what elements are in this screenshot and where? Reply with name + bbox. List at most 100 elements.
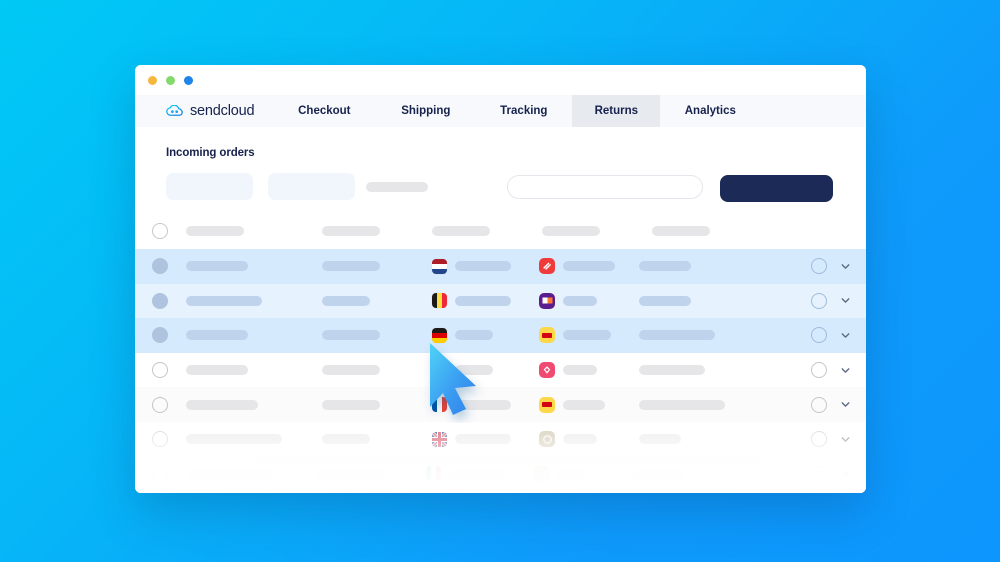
orders-table: [135, 213, 866, 493]
chevron-down-icon[interactable]: [839, 433, 852, 446]
cell-placeholder: [563, 261, 615, 272]
carrier-purple-icon: [539, 292, 555, 309]
row-actions: [809, 422, 852, 457]
row-actions: [809, 318, 852, 353]
row-status-toggle[interactable]: [811, 396, 827, 413]
window-maximize-button[interactable]: [166, 75, 175, 85]
row-status-toggle[interactable]: [811, 362, 827, 379]
table-row[interactable]: [135, 456, 866, 492]
nav-tab-analytics[interactable]: Analytics: [660, 95, 760, 127]
brand-name: sendcloud: [190, 103, 255, 119]
chevron-down-icon[interactable]: [839, 364, 852, 377]
united-kingdom-flag-icon: [432, 431, 447, 447]
table-header-row: [135, 213, 866, 249]
cell-placeholder: [314, 468, 386, 479]
search-input[interactable]: [507, 175, 703, 199]
cell-placeholder: [322, 330, 380, 341]
row-checkbox[interactable]: [152, 465, 168, 482]
row-checkbox[interactable]: [152, 362, 168, 379]
chevron-down-icon[interactable]: [839, 467, 852, 480]
table-row[interactable]: [135, 387, 866, 422]
nav-tab-tracking[interactable]: Tracking: [475, 95, 572, 127]
main-navigation: sendcloud Checkout Shipping Tracking Ret…: [135, 95, 866, 127]
cell-placeholder: [455, 330, 493, 341]
cell-placeholder: [639, 399, 725, 410]
cell-placeholder: [322, 365, 380, 376]
cell-placeholder: [322, 295, 370, 306]
select-all-checkbox[interactable]: [152, 223, 168, 239]
france-flag-icon: [432, 397, 447, 413]
row-actions: [809, 387, 852, 422]
browser-window: sendcloud Checkout Shipping Tracking Ret…: [135, 65, 866, 493]
carrier-tan-icon: [539, 431, 555, 448]
filter-dropdown-2[interactable]: [268, 173, 355, 200]
cell-placeholder: [639, 295, 691, 306]
column-header-placeholder: [322, 226, 380, 236]
brand-logo-link[interactable]: sendcloud: [135, 95, 272, 127]
carrier-yellow-icon: [539, 327, 555, 344]
carrier-red-icon: [539, 258, 555, 275]
cell-placeholder: [639, 330, 715, 341]
carrier-yellow-icon: [539, 396, 555, 413]
row-checkbox[interactable]: [152, 327, 168, 344]
row-checkbox[interactable]: [152, 431, 168, 448]
cell-placeholder: [633, 468, 685, 479]
cell-placeholder: [563, 399, 605, 410]
table-row[interactable]: [135, 352, 866, 388]
table-row[interactable]: [135, 249, 866, 284]
cell-placeholder: [563, 295, 597, 306]
belgium-flag-icon: [432, 293, 447, 309]
cell-placeholder: [186, 261, 248, 272]
row-actions: [809, 284, 852, 319]
cell-placeholder: [186, 365, 248, 376]
row-actions: [809, 353, 852, 388]
row-checkbox[interactable]: [152, 258, 168, 275]
chevron-down-icon[interactable]: [839, 398, 852, 411]
row-status-toggle[interactable]: [811, 292, 827, 309]
row-status-toggle[interactable]: [811, 327, 827, 344]
row-status-toggle[interactable]: [811, 465, 827, 482]
cell-placeholder: [563, 434, 597, 445]
cell-placeholder: [455, 434, 511, 445]
row-actions: [809, 249, 852, 284]
carrier-pink-icon: [539, 362, 555, 379]
cell-placeholder: [639, 434, 681, 445]
italy-flag-icon: [426, 466, 441, 482]
cell-placeholder: [186, 468, 272, 479]
cell-placeholder: [449, 468, 505, 479]
cell-placeholder: [557, 468, 591, 479]
page-title: Incoming orders: [166, 147, 255, 159]
netherlands-flag-icon: [432, 258, 447, 274]
page-content: Incoming orders: [135, 127, 866, 493]
filter-dropdown-1[interactable]: [166, 173, 253, 200]
nav-tab-checkout[interactable]: Checkout: [272, 95, 376, 127]
column-header-placeholder: [652, 226, 710, 236]
filter-label-placeholder: [366, 182, 428, 192]
chevron-down-icon[interactable]: [839, 260, 852, 273]
cell-placeholder: [186, 295, 262, 306]
cell-placeholder: [563, 330, 611, 341]
carrier-tan-icon: [533, 465, 549, 482]
column-header-placeholder: [432, 226, 490, 236]
row-status-toggle[interactable]: [811, 258, 827, 275]
window-minimize-button[interactable]: [148, 75, 157, 85]
cell-placeholder: [455, 399, 511, 410]
table-row[interactable]: [135, 421, 866, 457]
nav-tab-returns[interactable]: Returns: [572, 95, 661, 127]
cell-placeholder: [563, 365, 597, 376]
table-row[interactable]: [135, 283, 866, 319]
cell-placeholder: [455, 261, 511, 272]
cloud-icon: [166, 104, 183, 118]
nav-tab-shipping[interactable]: Shipping: [376, 95, 475, 127]
chevron-down-icon[interactable]: [839, 329, 852, 342]
row-checkbox[interactable]: [152, 292, 168, 309]
cell-placeholder: [322, 261, 380, 272]
row-checkbox[interactable]: [152, 396, 168, 413]
window-close-button[interactable]: [184, 75, 193, 85]
cell-placeholder: [322, 399, 380, 410]
cell-placeholder: [639, 261, 691, 272]
row-status-toggle[interactable]: [811, 431, 827, 448]
chevron-down-icon[interactable]: [839, 294, 852, 307]
primary-action-button[interactable]: [720, 175, 833, 202]
table-row[interactable]: [135, 318, 866, 353]
